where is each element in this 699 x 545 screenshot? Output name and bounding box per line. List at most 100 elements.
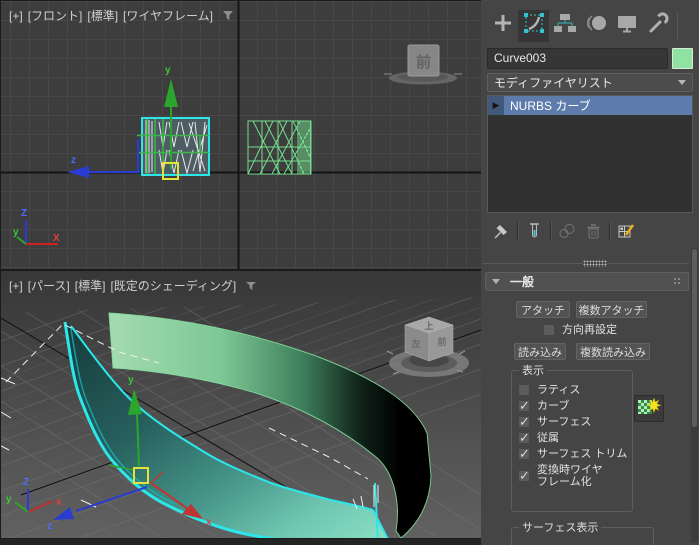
toolbar-separator xyxy=(550,222,551,240)
tab-motion[interactable] xyxy=(580,10,611,42)
gizmo-z-axis[interactable]: z xyxy=(67,139,140,178)
axis-tripod: Z X y xyxy=(13,208,60,245)
modifier-stack-row[interactable]: ▶ NURBS カーブ xyxy=(488,96,692,115)
gizmo-z-label: z xyxy=(71,155,76,166)
viewport-front-label: [+] [フロント] [標準] [ワイヤフレーム] xyxy=(9,7,234,24)
viewport-perspective[interactable]: [+] [パース] [標準] [既定のシェーディング] y x z Z x y … xyxy=(0,270,482,539)
rollout-general-header[interactable]: 一般 xyxy=(485,272,689,291)
object-color-swatch[interactable] xyxy=(672,48,693,69)
motion-icon xyxy=(584,11,608,40)
import-button[interactable]: 読み込み xyxy=(514,343,566,360)
tab-modify[interactable] xyxy=(518,9,549,42)
modify-icon xyxy=(522,11,546,40)
tabbar-divider xyxy=(677,12,678,39)
attach-multiple-button[interactable]: 複数アタッチ xyxy=(576,301,647,318)
checkbox-label: サーフェス トリム xyxy=(537,448,628,460)
viewcube-front-face[interactable]: 前 xyxy=(437,336,446,347)
viewport-menu-pov[interactable]: [フロント] xyxy=(28,7,83,24)
modifier-stack-item-label: NURBS カーブ xyxy=(510,99,591,113)
create-plus-icon xyxy=(491,11,515,40)
modifier-list-dropdown[interactable]: モディファイヤリスト xyxy=(487,73,693,92)
selected-nurbs-surface[interactable] xyxy=(137,117,210,176)
drag-grip-icon[interactable] xyxy=(673,277,682,286)
tab-hierarchy[interactable] xyxy=(549,10,580,42)
tripod-z-label: Z xyxy=(23,477,29,488)
perspective-viewport-canvas[interactable]: y x z Z x y 上 左 前 xyxy=(1,271,481,538)
attach-button[interactable]: アタッチ xyxy=(516,301,570,318)
viewcube[interactable]: 前 xyxy=(384,44,462,85)
checkbox[interactable] xyxy=(518,384,530,396)
tab-utilities[interactable] xyxy=(642,10,673,42)
display-checkbox[interactable]: サーフェス トリム xyxy=(518,446,632,462)
viewport-menu-shading[interactable]: [既定のシェーディング] xyxy=(110,277,236,294)
panel-scrollbar[interactable] xyxy=(691,248,698,543)
toolbar-separator xyxy=(517,222,518,240)
modifier-stack[interactable]: ▶ NURBS カーブ xyxy=(487,95,693,213)
viewport-menu-plus[interactable]: [+] xyxy=(9,279,23,293)
display-checkbox[interactable]: ラティス xyxy=(518,384,632,396)
expand-arrow-icon[interactable]: ▶ xyxy=(488,96,504,115)
modifier-list-label: モディファイヤリスト xyxy=(494,76,613,90)
viewport-menu-plus[interactable]: [+] xyxy=(9,9,23,23)
display-group-items: ラティス カーブ サーフェス 従属 サーフェス トリム 変換時ワイヤ フレーム化 xyxy=(517,384,632,488)
tab-display[interactable] xyxy=(611,10,642,42)
gizmo-y-label: y xyxy=(128,375,134,386)
surface-display-group-title: サーフェス表示 xyxy=(522,522,599,534)
checkbox[interactable] xyxy=(518,430,530,446)
viewcube-left-face[interactable]: 左 xyxy=(410,338,420,349)
tripod-x-label: X xyxy=(53,233,60,244)
chevron-down-icon xyxy=(678,80,686,85)
surface-display-group: サーフェス表示 xyxy=(511,519,654,545)
display-icon xyxy=(615,11,639,40)
rollout-general-title: 一般 xyxy=(510,275,535,289)
checkbox[interactable] xyxy=(518,398,530,414)
tripod-y-label: y xyxy=(13,227,19,238)
panel-resize-grip[interactable] xyxy=(483,260,689,267)
command-panel: Curve003 モディファイヤリスト ▶ NURBS カーブ 一般 アタッチ … xyxy=(481,0,699,545)
checkbox-label: 変換時ワイヤ フレーム化 xyxy=(537,464,603,488)
3ds-max-window: [+] [フロント] [標準] [ワイヤフレーム] z y Z X y 前 [+… xyxy=(0,0,699,545)
front-viewport-canvas[interactable]: z y Z X y 前 xyxy=(1,1,481,269)
command-panel-tabs xyxy=(487,9,678,42)
viewport-menu-pov[interactable]: [パース] xyxy=(28,277,70,294)
checkbox[interactable] xyxy=(518,446,530,462)
object-name-field[interactable]: Curve003 xyxy=(487,48,668,69)
checkbox[interactable] xyxy=(543,324,555,336)
nurbs-toolbox-button[interactable] xyxy=(634,395,664,422)
remove-modifier-icon[interactable] xyxy=(583,221,603,241)
make-unique-icon[interactable] xyxy=(557,221,577,241)
display-group: 表示 ラティス カーブ サーフェス 従属 サーフェス トリム 変換時ワイヤ フレ… xyxy=(511,362,633,512)
display-checkbox[interactable]: カーブ xyxy=(518,398,632,414)
hierarchy-icon xyxy=(553,11,577,40)
checkbox-label: サーフェス xyxy=(537,416,592,428)
nurbs-surface-wireframe[interactable] xyxy=(247,120,312,175)
viewport-menu-shading[interactable]: [ワイヤフレーム] xyxy=(123,7,213,24)
checkbox-label: 従属 xyxy=(537,432,559,444)
viewport-front[interactable]: [+] [フロント] [標準] [ワイヤフレーム] z y Z X y 前 xyxy=(0,0,482,270)
tripod-x-label: x xyxy=(56,497,62,508)
reorient-checkbox[interactable]: 方向再設定 xyxy=(543,324,617,336)
checkbox[interactable] xyxy=(518,414,530,430)
display-checkbox[interactable]: 変換時ワイヤ フレーム化 xyxy=(518,464,632,488)
configure-modifier-sets-icon[interactable] xyxy=(616,221,636,241)
display-checkbox[interactable]: 従属 xyxy=(518,430,632,446)
show-end-result-icon[interactable] xyxy=(524,221,544,241)
scrollbar-thumb[interactable] xyxy=(692,249,697,427)
checkbox-label: 方向再設定 xyxy=(562,324,617,336)
viewport-menu-standard[interactable]: [標準] xyxy=(87,7,118,24)
display-checkbox[interactable]: サーフェス xyxy=(518,414,632,430)
import-multiple-button[interactable]: 複数読み込み xyxy=(576,343,650,360)
tab-create[interactable] xyxy=(487,10,518,42)
toolbar-separator xyxy=(609,222,610,240)
collapse-arrow-icon xyxy=(492,279,500,284)
axis-tripod: Z x y xyxy=(6,477,62,513)
pin-icon[interactable] xyxy=(491,221,511,241)
viewcube-top-face[interactable]: 上 xyxy=(424,320,433,331)
filter-funnel-icon[interactable] xyxy=(222,10,234,21)
viewcube[interactable]: 上 左 前 xyxy=(386,316,469,377)
viewcube-front-face[interactable]: 前 xyxy=(416,53,431,71)
checkbox[interactable] xyxy=(518,468,530,484)
viewport-perspective-label: [+] [パース] [標準] [既定のシェーディング] xyxy=(9,277,257,294)
filter-funnel-icon[interactable] xyxy=(245,281,257,291)
viewport-menu-standard[interactable]: [標準] xyxy=(75,277,106,294)
